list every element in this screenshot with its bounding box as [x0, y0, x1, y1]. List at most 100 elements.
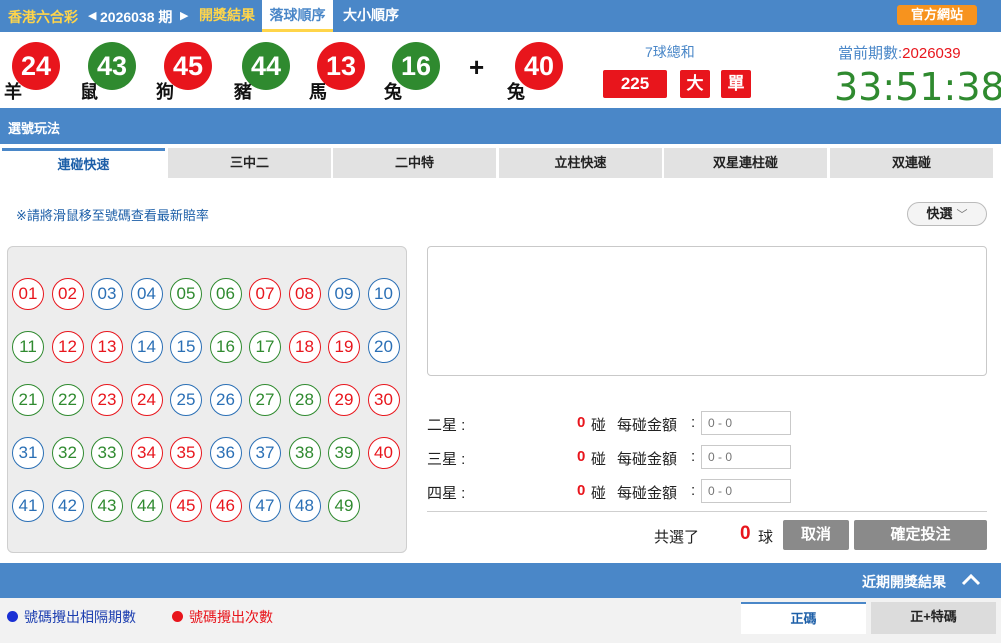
draw-result-row: 24 羊 43 鼠 45 狗 44 豬 13 馬 16 兔 + 40 兔 7球總和 225 大 單 當前…	[0, 32, 1001, 109]
prev-period-icon[interactable]: ◀	[88, 9, 96, 22]
bet-colon: :	[691, 482, 696, 499]
number-ball[interactable]: 42	[51, 490, 84, 522]
bet-type-label: 二星 :	[427, 417, 466, 434]
bet-pong-label: 碰	[591, 451, 607, 468]
recent-results-bar[interactable]: 近期開獎結果	[0, 563, 1001, 598]
number-ball[interactable]: 25	[170, 384, 202, 416]
number-ball[interactable]: 35	[170, 437, 202, 469]
recent-results-title: 近期開獎結果	[862, 574, 946, 590]
tab-quick-pong[interactable]: 連碰快速	[2, 148, 165, 178]
sum-value-badge: 225	[603, 70, 667, 98]
bet-panel: ※請將滑鼠移至號碼查看最新賠率 快選 ﹀ 01 02 03 04 05 06 07 08 09 10…	[0, 180, 1001, 563]
tab-fall-order[interactable]: 落球順序	[262, 0, 333, 32]
tab-two-special[interactable]: 二中特	[333, 148, 496, 178]
selected-count: 0	[740, 523, 751, 544]
number-ball[interactable]: 18	[288, 331, 321, 363]
number-ball[interactable]: 30	[367, 384, 400, 416]
zodiac-label: 兔	[384, 82, 402, 102]
bet-type-label: 三星 :	[427, 451, 466, 468]
number-ball[interactable]: 34	[130, 437, 163, 469]
number-ball[interactable]: 16	[209, 331, 242, 363]
number-ball[interactable]: 03	[91, 278, 123, 310]
tab-double-pong[interactable]: 双連碰	[830, 148, 993, 178]
number-ball[interactable]: 02	[51, 278, 84, 310]
current-period-number: 2026039	[902, 45, 961, 62]
number-ball[interactable]: 45	[170, 490, 202, 522]
section-title: 選號玩法	[8, 121, 61, 136]
chevron-up-icon[interactable]	[960, 569, 982, 591]
number-ball[interactable]: 11	[12, 331, 44, 363]
number-ball[interactable]: 10	[367, 278, 400, 310]
bet-amount-input[interactable]	[701, 445, 791, 469]
number-ball[interactable]: 28	[288, 384, 321, 416]
quick-pick-label: 快選	[926, 206, 953, 221]
number-ball[interactable]: 12	[51, 331, 84, 363]
number-ball[interactable]: 31	[12, 437, 44, 469]
number-ball[interactable]: 33	[91, 437, 123, 469]
quick-pick-dropdown[interactable]: 快選 ﹀	[907, 202, 987, 226]
number-ball[interactable]: 37	[249, 437, 281, 469]
tab-column-quick[interactable]: 立柱快速	[499, 148, 662, 178]
bet-colon: :	[691, 414, 696, 431]
number-ball[interactable]: 17	[249, 331, 281, 363]
number-ball[interactable]: 14	[130, 331, 163, 363]
zodiac-label: 狗	[156, 82, 174, 102]
number-ball[interactable]: 05	[170, 278, 202, 310]
number-ball[interactable]: 32	[51, 437, 84, 469]
number-ball[interactable]: 47	[249, 490, 281, 522]
official-site-button[interactable]: 官方網站	[897, 5, 977, 25]
sum-big-badge: 大	[680, 70, 710, 98]
bet-pong-label: 碰	[591, 417, 607, 434]
bet-amount-input[interactable]	[701, 411, 791, 435]
bet-pong-label: 碰	[591, 485, 607, 502]
bet-count: 0	[577, 448, 586, 465]
tab-size-order[interactable]: 大小順序	[337, 0, 405, 32]
legend-gap-text: 號碼攪出相隔期數	[24, 609, 136, 625]
number-ball[interactable]: 26	[209, 384, 242, 416]
number-ball[interactable]: 46	[209, 490, 242, 522]
legend-times: 號碼攪出次數	[172, 607, 273, 627]
bet-row: 四星 : 0 碰每碰金額:	[427, 479, 792, 503]
number-ball[interactable]: 06	[209, 278, 242, 310]
bet-amount-input[interactable]	[701, 479, 791, 503]
legend-row: 號碼攪出相隔期數 號碼攪出次數 正碼 正+特碼	[0, 598, 1001, 643]
tab-main-numbers[interactable]: 正碼	[741, 602, 866, 634]
number-ball[interactable]: 20	[367, 331, 400, 363]
number-ball[interactable]: 48	[288, 490, 321, 522]
number-ball[interactable]: 07	[249, 278, 281, 310]
number-ball[interactable]: 27	[249, 384, 281, 416]
number-ball[interactable]: 19	[328, 331, 360, 363]
number-ball[interactable]: 22	[51, 384, 84, 416]
tab-main-plus-special[interactable]: 正+特碼	[871, 602, 996, 634]
brand-link[interactable]: 香港六合彩	[8, 7, 78, 27]
number-ball[interactable]: 41	[12, 490, 44, 522]
number-ball[interactable]: 15	[170, 331, 202, 363]
tab-three-two[interactable]: 三中二	[168, 148, 331, 178]
number-ball[interactable]: 39	[328, 437, 360, 469]
next-period-icon[interactable]: ▶	[180, 9, 188, 22]
number-ball[interactable]: 24	[130, 384, 163, 416]
bet-count: 0	[577, 482, 586, 499]
cancel-button[interactable]: 取消	[783, 520, 849, 550]
number-ball[interactable]: 29	[328, 384, 360, 416]
tab-double-star-column[interactable]: 双星連柱碰	[664, 148, 827, 178]
number-ball[interactable]: 21	[12, 384, 44, 416]
bet-amount-label: 每碰金額	[617, 485, 678, 502]
number-ball[interactable]: 13	[91, 331, 123, 363]
number-ball[interactable]: 23	[91, 384, 123, 416]
number-ball[interactable]: 01	[12, 278, 44, 310]
number-ball[interactable]: 38	[288, 437, 321, 469]
bet-count: 0	[577, 414, 586, 431]
number-ball[interactable]: 43	[91, 490, 123, 522]
countdown-timer: 33:51:38	[834, 65, 1001, 109]
number-ball[interactable]: 08	[288, 278, 321, 310]
number-ball[interactable]: 04	[130, 278, 163, 310]
tab-draw-results[interactable]: 開獎結果	[193, 0, 261, 32]
number-ball[interactable]: 44	[130, 490, 163, 522]
legend-gap: 號碼攪出相隔期數	[7, 607, 136, 627]
number-ball[interactable]: 40	[367, 437, 400, 469]
confirm-bet-button[interactable]: 確定投注	[854, 520, 987, 550]
number-ball[interactable]: 09	[328, 278, 360, 310]
number-ball[interactable]: 49	[328, 490, 360, 522]
number-ball[interactable]: 36	[209, 437, 242, 469]
